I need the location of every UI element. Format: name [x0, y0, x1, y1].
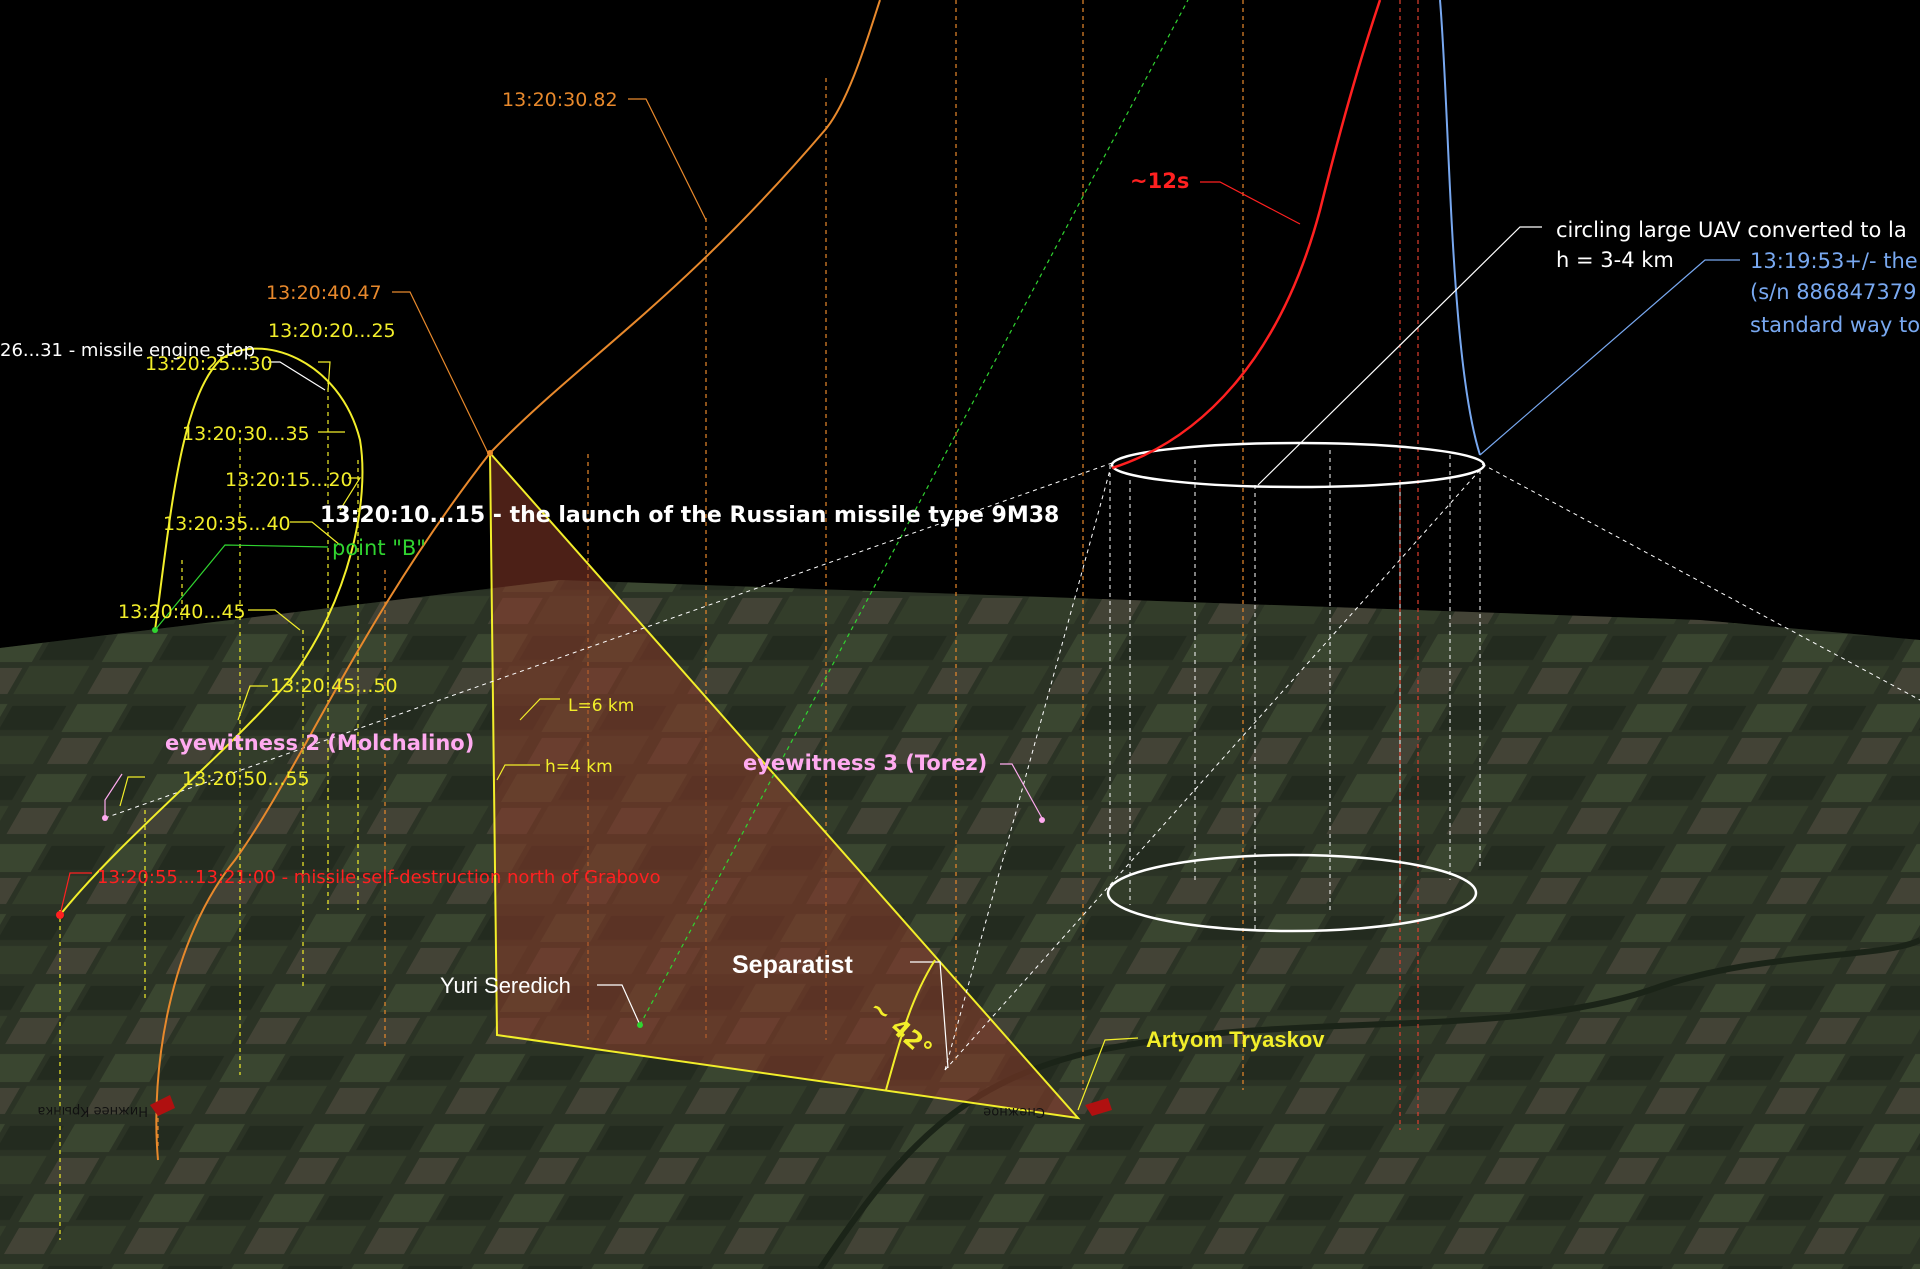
label-self-destruct: 13:20:55...13:21:00 - missile self-destr…: [97, 867, 661, 888]
label-artyom-tryaskov: Artyom Tryaskov: [1146, 1027, 1325, 1052]
label-yuri-seredich: Yuri Seredich: [440, 973, 571, 998]
label-l-6km: L=6 km: [568, 696, 634, 716]
label-twelve-seconds: ~12s: [1130, 169, 1189, 193]
label-t-40-45: 13:20:40...45: [118, 601, 246, 623]
label-blue-line3: standard way to: [1750, 313, 1920, 337]
label-point-b: point "B": [332, 536, 426, 560]
label-t-45-50: 13:20:45...50: [270, 675, 398, 697]
label-uav-line1: circling large UAV converted to la: [1556, 218, 1907, 242]
label-t-30-35: 13:20:30...35: [182, 423, 310, 445]
map-town-left: Нижнее Крынка: [37, 1103, 148, 1118]
label-uav-line2: h = 3-4 km: [1556, 248, 1674, 272]
label-t-35-40: 13:20:35...40: [163, 513, 291, 535]
label-blue-line2: (s/n 886847379: [1750, 280, 1916, 304]
map-town-right: Снежное: [983, 1104, 1045, 1119]
label-t-40-47: 13:20:40.47: [266, 282, 382, 304]
label-t-25-30: 13:20:25...30: [145, 353, 273, 375]
label-t-20-25: 13:20:20...25: [268, 320, 396, 342]
label-eyewitness-2: eyewitness 2 (Molchalino): [165, 731, 474, 755]
label-launch: 13:20:10...15 - the launch of the Russia…: [320, 503, 1059, 528]
label-t-30-82: 13:20:30.82: [502, 89, 618, 111]
label-separatist: Separatist: [732, 951, 854, 979]
label-t-50-55: 13:20:50...55: [182, 768, 310, 790]
label-t-15-20: 13:20:15...20: [225, 469, 353, 491]
label-h-4km: h=4 km: [545, 757, 613, 777]
label-blue-line1: 13:19:53+/- the: [1750, 249, 1918, 273]
label-eyewitness-3: eyewitness 3 (Torez): [743, 751, 987, 775]
diagram-stage: Нижнее Крынка Снежное 13:20:30.82 13:20:…: [0, 0, 1920, 1269]
missile-trajectory-scene: Нижнее Крынка Снежное 13:20:30.82 13:20:…: [0, 0, 1920, 1269]
